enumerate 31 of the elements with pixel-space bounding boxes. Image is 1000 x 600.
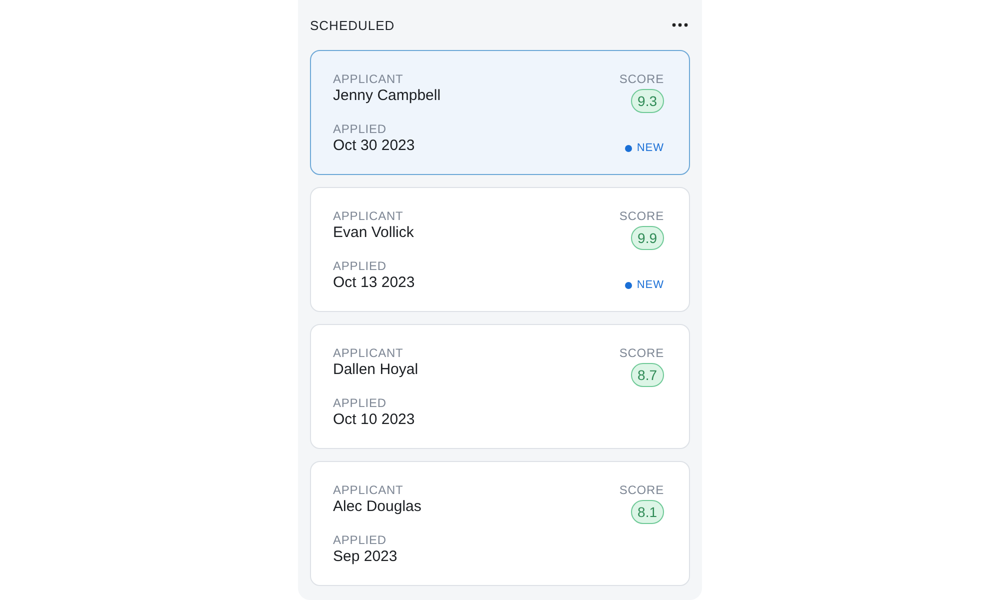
- applicant-label: APPLICANT: [333, 209, 404, 223]
- score-label: SCORE: [619, 483, 664, 497]
- score-badge: 8.7: [630, 363, 664, 387]
- applied-label: APPLIED: [333, 122, 388, 136]
- applied-date: Sep 2023: [333, 547, 398, 566]
- applied-label: APPLIED: [333, 259, 388, 273]
- applicant-name: Jenny Campbell: [333, 86, 441, 105]
- applicant-card[interactable]: APPLICANT Evan Vollick APPLIED Oct 13 2023 SCORE 9.9 NEW: [310, 187, 690, 312]
- applicant-name: Alec Douglas: [333, 497, 422, 516]
- score-badge: 9.3: [630, 89, 664, 113]
- applied-date: Oct 13 2023: [333, 273, 415, 292]
- applied-date: Oct 30 2023: [333, 136, 416, 155]
- applicant-card[interactable]: APPLICANT Jenny Campbell APPLIED Oct 30 2023 SCORE 9.3 NEW: [310, 50, 690, 175]
- applicant-card[interactable]: APPLICANT Alec Douglas APPLIED Sep 2023 SCORE 8.1: [310, 461, 690, 586]
- applicant-name: Evan Vollick: [333, 223, 415, 242]
- applicant-label: APPLICANT: [333, 483, 404, 497]
- score-badge: 8.1: [630, 500, 664, 524]
- applicant-name: Dallen Hoyal: [333, 360, 418, 379]
- score-label: SCORE: [619, 346, 664, 360]
- column-title: SCHEDULED: [310, 18, 395, 32]
- score-badge: 9.9: [630, 226, 664, 250]
- score-label: SCORE: [619, 72, 664, 86]
- applicant-card[interactable]: APPLICANT Dallen Hoyal APPLIED Oct 10 2023 SCORE 8.7: [310, 324, 690, 449]
- applied-label: APPLIED: [333, 533, 388, 547]
- new-label: NEW: [636, 142, 664, 154]
- applicant-label: APPLICANT: [333, 72, 404, 86]
- score-label: SCORE: [619, 209, 664, 223]
- applicant-label: APPLICANT: [333, 346, 404, 360]
- applied-date: Oct 10 2023: [333, 410, 416, 429]
- applied-label: APPLIED: [333, 396, 388, 410]
- new-label: NEW: [636, 279, 664, 291]
